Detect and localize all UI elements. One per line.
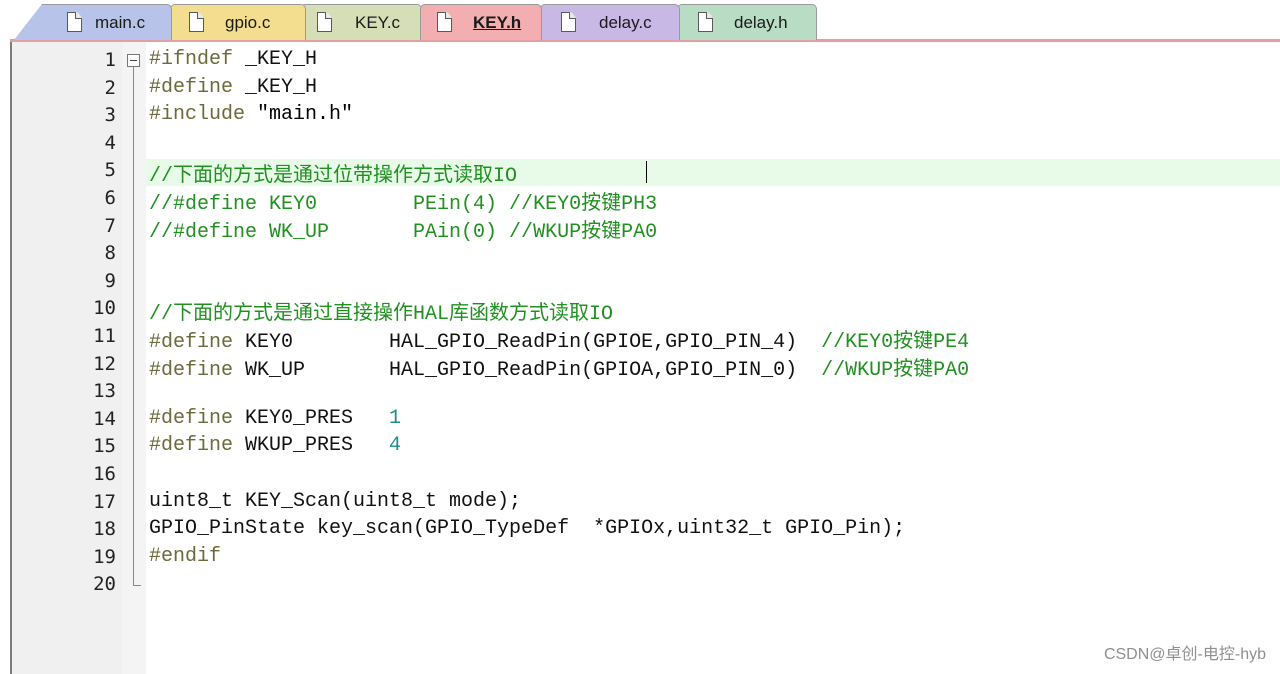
text-caret xyxy=(646,161,647,184)
code-line[interactable]: 12 #define WK_UP HAL_GPIO_ReadPin(GPIOA,G… xyxy=(12,351,1280,382)
tab-label: delay.c xyxy=(599,13,652,32)
line-number: 2 xyxy=(104,76,116,99)
line-number: 12 xyxy=(93,352,116,375)
code-line[interactable]: 8 xyxy=(12,240,1280,268)
line-number: 17 xyxy=(93,490,116,513)
code-token: 1 xyxy=(389,406,402,430)
code-line[interactable]: 4 xyxy=(12,130,1280,158)
tab-bar: main.c gpio.c KEY.c KEY.h delay.c delay.h xyxy=(0,0,1280,42)
tab-label: main.c xyxy=(95,13,146,32)
file-icon xyxy=(67,12,82,32)
code-line[interactable]: 9 xyxy=(12,268,1280,296)
line-number: 13 xyxy=(93,380,116,403)
line-number: 8 xyxy=(104,242,116,265)
line-number: 7 xyxy=(104,214,116,237)
code-line[interactable]: 3 #include "main.h" xyxy=(12,102,1280,130)
code-text: #define KEY0_PRES 1 xyxy=(149,407,401,430)
tab-label: delay.h xyxy=(734,13,788,32)
code-line[interactable]: 14 #define KEY0_PRES 1 xyxy=(12,406,1280,434)
line-number: 20 xyxy=(93,573,116,596)
code-text: GPIO_PinState key_scan(GPIO_TypeDef *GPI… xyxy=(149,517,905,540)
line-number: 18 xyxy=(93,518,116,541)
code-line[interactable]: 10 //下面的方式是通过直接操作HAL库函数方式读取IO xyxy=(12,295,1280,326)
code-line[interactable]: 2 #define _KEY_H xyxy=(12,75,1280,103)
file-icon xyxy=(317,12,332,32)
code-line[interactable]: 15 #define WKUP_PRES 4 xyxy=(12,433,1280,461)
code-text: uint8_t KEY_Scan(uint8_t mode); xyxy=(149,490,521,513)
code-line[interactable]: 19 #endif xyxy=(12,544,1280,572)
tab-delay-h[interactable]: delay.h xyxy=(677,4,817,40)
code-text: #include "main.h" xyxy=(149,103,353,126)
code-token: #endif xyxy=(149,544,222,568)
code-token: "main.h" xyxy=(257,103,354,127)
line-number: 1 xyxy=(104,49,116,71)
tab-label: KEY.h xyxy=(473,13,522,32)
line-number: 5 xyxy=(104,159,116,182)
code-line[interactable]: 5 //下面的方式是通过位带操作方式读取IO xyxy=(12,157,1280,188)
code-text: //下面的方式是通过位带操作方式读取IO xyxy=(149,158,517,188)
tab-key-h[interactable]: KEY.h xyxy=(420,4,542,40)
fold-collapse-icon[interactable] xyxy=(127,54,140,67)
code-token: WKUP_PRES xyxy=(233,434,390,458)
watermark: CSDN@卓创-电控-hyb xyxy=(1103,646,1266,663)
fold-guide-line xyxy=(133,67,134,586)
code-text: //#define WK_UP PAin(0) //WKUP按键PA0 xyxy=(149,214,657,244)
code-token: _KEY_H xyxy=(233,48,318,71)
code-token: KEY0_PRES xyxy=(233,406,390,430)
line-number: 3 xyxy=(104,104,116,127)
code-line[interactable]: 16 xyxy=(12,461,1280,489)
line-number: 9 xyxy=(104,269,116,292)
code-text: //下面的方式是通过直接操作HAL库函数方式读取IO xyxy=(149,296,613,326)
line-number: 19 xyxy=(93,545,116,568)
line-number: 11 xyxy=(93,325,116,347)
file-icon xyxy=(189,12,204,32)
code-text: #endif xyxy=(149,545,221,568)
file-icon xyxy=(437,12,452,32)
tab-label: gpio.c xyxy=(225,13,271,32)
line-number: 4 xyxy=(104,131,116,154)
code-line[interactable]: 7 //#define WK_UP PAin(0) //WKUP按键PA0 xyxy=(12,213,1280,244)
code-token: GPIO_PinState key_scan(GPIO_TypeDef *GPI… xyxy=(149,517,906,541)
code-text: #define KEY0 HAL_GPIO_ReadPin(GPIOE,GPIO… xyxy=(149,324,969,354)
tab-key-c[interactable]: KEY.c xyxy=(300,4,422,40)
tab-main-c[interactable]: main.c xyxy=(14,4,172,40)
tab-gpio-c[interactable]: gpio.c xyxy=(170,4,306,40)
code-token: #define xyxy=(149,75,234,99)
file-icon xyxy=(561,12,576,32)
code-token: 4 xyxy=(389,434,402,458)
code-text: #ifndef _KEY_H xyxy=(149,48,317,71)
code-line[interactable]: 11 #define KEY0 HAL_GPIO_ReadPin(GPIOE,GP… xyxy=(12,323,1280,354)
code-token: #define xyxy=(149,406,234,430)
code-text: #define _KEY_H xyxy=(149,76,317,99)
code-text: #define WKUP_PRES 4 xyxy=(149,434,401,457)
code-token: #include xyxy=(149,103,246,127)
code-line[interactable]: 20 xyxy=(12,571,1280,599)
code-line[interactable]: 18 GPIO_PinState key_scan(GPIO_TypeDef *G… xyxy=(12,516,1280,544)
line-number: 10 xyxy=(93,297,116,320)
code-line[interactable]: 13 xyxy=(12,378,1280,406)
code-line[interactable]: 6 //#define KEY0 PEin(4) //KEY0按键PH3 xyxy=(12,185,1280,216)
code-text: #define WK_UP HAL_GPIO_ReadPin(GPIOA,GPI… xyxy=(149,352,969,382)
code-token: _KEY_H xyxy=(233,75,318,99)
code-editor[interactable]: 1 #ifndef _KEY_H 2 #define _KEY_H 3 #include … xyxy=(10,42,1280,674)
tab-delay-c[interactable]: delay.c xyxy=(540,4,680,40)
line-number: 16 xyxy=(93,463,116,485)
code-line[interactable]: 17 uint8_t KEY_Scan(uint8_t mode); xyxy=(12,489,1280,517)
code-token: #define xyxy=(149,434,234,458)
fold-end-marker xyxy=(133,585,141,587)
line-number: 15 xyxy=(93,435,116,458)
code-token: #ifndef xyxy=(149,48,234,71)
code-token: uint8_t KEY_Scan(uint8_t mode); xyxy=(149,489,522,513)
line-number: 14 xyxy=(93,407,116,430)
tab-label: KEY.c xyxy=(355,13,401,32)
line-number: 6 xyxy=(104,187,116,209)
code-line[interactable]: 1 #ifndef _KEY_H xyxy=(12,47,1280,75)
file-icon xyxy=(698,12,713,32)
code-text: //#define KEY0 PEin(4) //KEY0按键PH3 xyxy=(149,186,657,216)
